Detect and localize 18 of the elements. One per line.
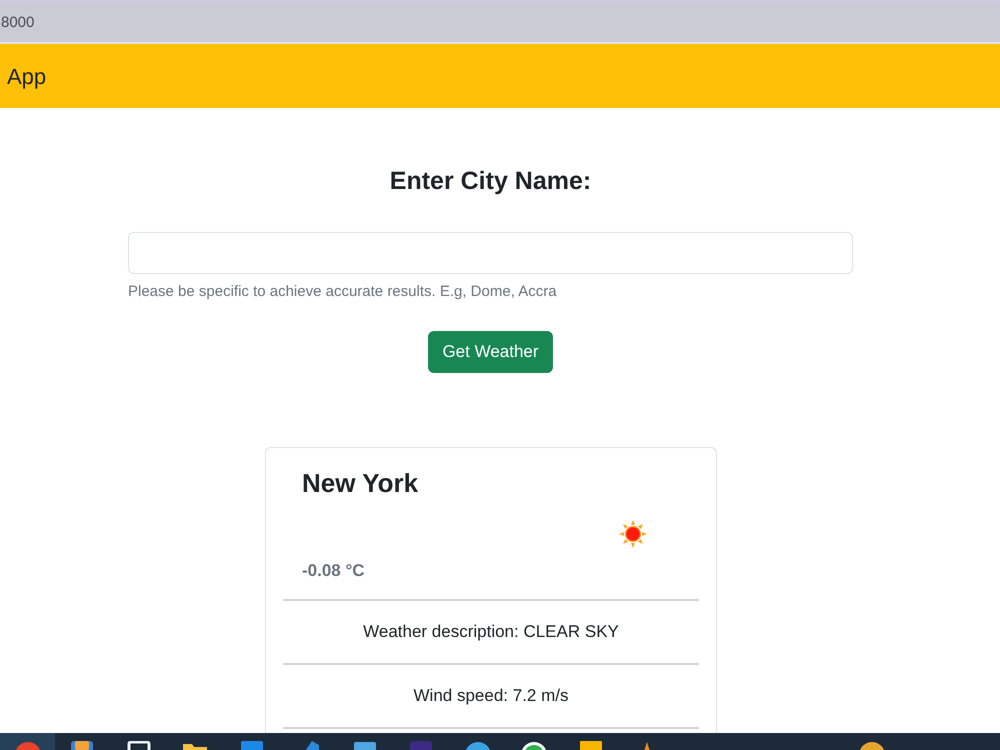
city-input-field[interactable] (128, 232, 853, 274)
circle-app-icon[interactable] (520, 741, 548, 750)
address-bar[interactable]: 8000 (0, 5, 1000, 44)
form-heading: Enter City Name: (388, 166, 592, 197)
sun-icon (619, 520, 647, 548)
tile-app-icon[interactable] (124, 741, 152, 750)
weather-detail: Wind speed: 7.2 m/s (414, 685, 568, 708)
tile-app-icon[interactable] (68, 741, 96, 750)
weather-detail: Weather description: CLEAR SKY (363, 621, 619, 644)
folder-icon[interactable] (181, 741, 209, 750)
circle-app-icon[interactable] (858, 741, 886, 750)
get-weather-button[interactable]: Get Weather (428, 331, 553, 373)
help-text: Please be specific to achieve accurate results. E.g, Dome, Accra (128, 282, 558, 302)
navbar-brand[interactable]: App (7, 60, 46, 92)
temperature: -0.08 °C (302, 560, 366, 582)
city-name: New York (302, 468, 420, 499)
tile-app-icon[interactable] (407, 741, 435, 750)
start-area[interactable] (0, 733, 55, 750)
